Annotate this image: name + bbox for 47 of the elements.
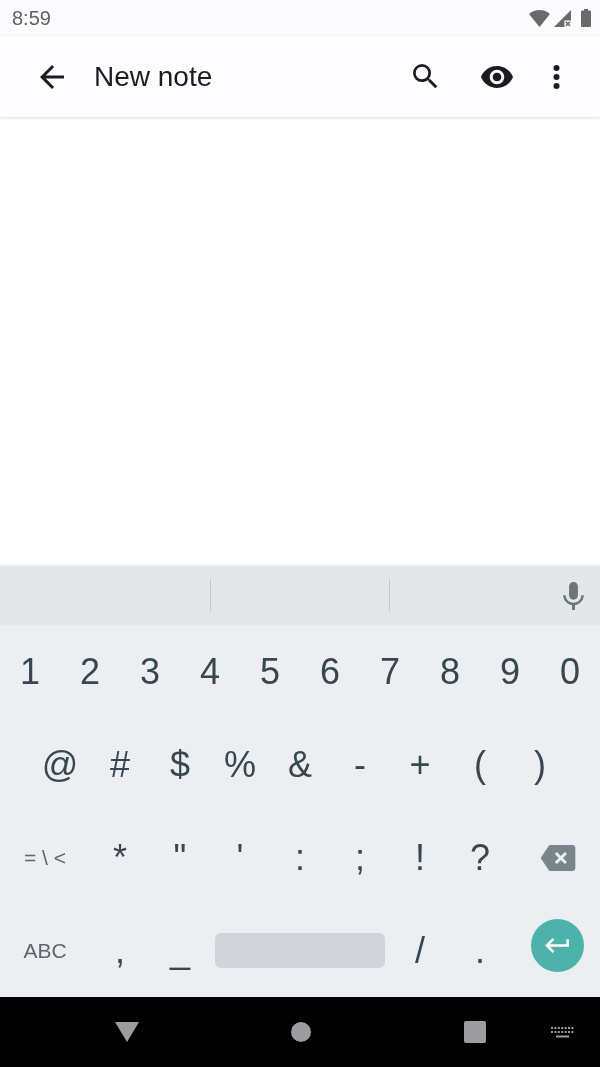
keyboard-key[interactable]: & — [288, 746, 312, 783]
keyboard-key[interactable]: # — [110, 746, 130, 783]
keyboard-key[interactable]: ; — [355, 839, 365, 876]
keyboard-key[interactable]: 1 — [20, 653, 40, 690]
keyboard-key[interactable]: ( — [474, 746, 486, 783]
keyboard-key[interactable]: 7 — [380, 653, 400, 690]
keyboard-key[interactable]: 4 — [200, 653, 220, 690]
keyboard-key[interactable]: ' — [236, 839, 244, 876]
keyboard-key[interactable]: 0 — [560, 653, 580, 690]
circle-icon[interactable] — [291, 1022, 311, 1042]
layout-switch-key[interactable]: ABC — [23, 940, 67, 961]
keyboard-key[interactable]: . — [475, 932, 485, 969]
back-arrow-icon[interactable] — [40, 64, 64, 89]
keyboard-key[interactable]: _ — [170, 932, 190, 969]
keyboard-key[interactable]: $ — [170, 746, 190, 783]
microphone-icon[interactable] — [563, 581, 584, 610]
triangle-icon[interactable] — [115, 1022, 139, 1042]
search-icon[interactable] — [413, 64, 438, 89]
keyboard-key[interactable]: 9 — [500, 653, 520, 690]
keyboard-key[interactable]: , — [115, 932, 125, 969]
keyboard-key[interactable]: ? — [470, 839, 490, 876]
eye-icon[interactable] — [481, 65, 513, 88]
keyboard-key[interactable]: @ — [41, 746, 79, 783]
enter-arrow-icon — [545, 938, 569, 953]
keyboard-key[interactable]: % — [224, 746, 256, 783]
keyboard-key[interactable]: 3 — [140, 653, 160, 690]
keyboard-key[interactable]: 6 — [320, 653, 340, 690]
keyboard-key[interactable]: 8 — [440, 653, 460, 690]
keyboard-key[interactable]: ) — [534, 746, 546, 783]
keyboard-key[interactable]: : — [295, 839, 305, 876]
status-time: 8:59 — [12, 8, 51, 28]
keyboard-key[interactable]: " — [173, 839, 187, 876]
signal-icon — [554, 9, 571, 27]
keyboard-key[interactable]: 2 — [80, 653, 100, 690]
more-options-icon[interactable] — [553, 64, 560, 89]
keyboard-key[interactable]: + — [409, 746, 431, 783]
keyboard-key[interactable]: * — [113, 839, 127, 876]
keyboard-icon[interactable] — [551, 1026, 574, 1038]
app-bar-title: New note — [94, 62, 213, 91]
backspace-icon[interactable] — [540, 844, 576, 871]
keyboard-key[interactable]: 5 — [260, 653, 280, 690]
keyboard-key[interactable]: ! — [415, 839, 425, 876]
wifi-icon — [529, 9, 550, 27]
layout-switch-key[interactable]: = \ < — [24, 847, 66, 868]
keyboard-key[interactable]: / — [415, 932, 425, 969]
battery-icon — [581, 9, 591, 27]
keyboard-key[interactable]: - — [354, 746, 366, 783]
